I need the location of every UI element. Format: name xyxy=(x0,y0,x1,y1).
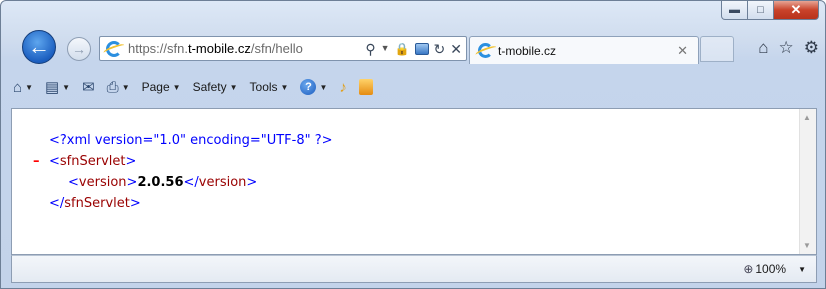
favorites-star-icon[interactable]: ☆ xyxy=(779,39,794,56)
url-text[interactable]: https://sfn.t-mobile.cz/sfn/hello xyxy=(128,41,303,56)
forward-button[interactable]: → xyxy=(67,37,91,61)
help-menu[interactable]: ? ▼ xyxy=(300,79,327,95)
home-icon[interactable]: ⌂ xyxy=(758,39,768,56)
safety-menu[interactable]: Safety ▼ xyxy=(193,80,238,94)
tools-menu[interactable]: Tools ▼ xyxy=(250,80,289,94)
mail-button[interactable]: ✉ xyxy=(82,78,95,96)
page-menu-label: Page xyxy=(141,80,170,94)
search-dropdown-icon[interactable]: ▼ xyxy=(381,44,390,53)
rss-feed-icon: ▤ xyxy=(44,79,60,96)
xml-child-element: <version>2.0.56</version> xyxy=(68,175,258,190)
status-bar: ⊕ 100% ▼ xyxy=(11,255,817,283)
back-arrow-icon: ← xyxy=(28,34,50,59)
chevron-down-icon: ▼ xyxy=(319,82,328,92)
onenote-icon xyxy=(358,79,373,95)
close-button[interactable]: ✕ xyxy=(774,1,819,20)
refresh-icon[interactable]: ↻ xyxy=(434,42,446,56)
search-icon[interactable]: ⚲ xyxy=(365,42,375,56)
collapse-toggle[interactable]: – xyxy=(33,151,40,172)
child-tag-close: version xyxy=(198,175,247,190)
caption-buttons: ▬ □ ✕ xyxy=(721,1,819,21)
safety-menu-label: Safety xyxy=(192,80,227,94)
onenote-button[interactable] xyxy=(358,79,373,95)
chevron-down-icon: ▼ xyxy=(25,82,33,92)
forward-arrow-icon: → xyxy=(72,41,86,57)
address-bar-icons: ⚲ ▼ 🔒 ↻ ✕ xyxy=(365,37,462,60)
scroll-down-icon[interactable]: ▼ xyxy=(803,241,811,250)
tools-menu-label: Tools xyxy=(249,80,278,94)
browser-toolbar-icons: ⌂ ☆ ⚙ xyxy=(758,39,819,56)
research-button[interactable]: ♪ xyxy=(339,79,347,96)
chevron-down-icon: ▼ xyxy=(280,82,289,92)
xml-declaration: <?xml version="1.0" encoding="UTF-8" ?> xyxy=(49,133,333,148)
home-menu[interactable]: ⌂ ▼ xyxy=(13,79,33,96)
chevron-down-icon: ▼ xyxy=(229,82,238,92)
print-menu[interactable]: ⎙ ▼ xyxy=(107,79,130,96)
url-path: /sfn/hello xyxy=(250,41,303,56)
maximize-icon: □ xyxy=(757,4,764,16)
help-icon: ? xyxy=(300,79,317,95)
chevron-down-icon: ▼ xyxy=(798,264,806,274)
xml-tree: <?xml version="1.0" encoding="UTF-8" ?> … xyxy=(12,130,333,214)
minimize-icon: ▬ xyxy=(729,4,740,16)
navigation-row: ← → https://sfn.t-mobile.cz/sfn/hello ⚲ … xyxy=(1,25,826,65)
research-icon: ♪ xyxy=(339,78,347,96)
xml-root-open: – <sfnServlet> xyxy=(12,151,333,172)
page-menu[interactable]: Page ▼ xyxy=(142,80,181,94)
lock-icon[interactable]: 🔒 xyxy=(395,43,410,55)
gear-icon[interactable]: ⚙ xyxy=(804,39,819,56)
document-viewport: <?xml version="1.0" encoding="UTF-8" ?> … xyxy=(11,108,817,255)
url-host: t-mobile.cz xyxy=(187,41,251,56)
minimize-button[interactable]: ▬ xyxy=(721,1,748,20)
printer-icon: ⎙ xyxy=(106,78,119,96)
tab-active[interactable]: t-mobile.cz ✕ xyxy=(469,36,699,64)
vertical-scrollbar[interactable]: ▲ ▼ xyxy=(799,109,816,254)
home-icon: ⌂ xyxy=(13,78,23,96)
tab-label: t-mobile.cz xyxy=(498,43,557,58)
zoom-icon: ⊕ xyxy=(743,262,754,276)
zoom-level: 100% xyxy=(755,262,787,276)
tab-close-icon[interactable]: ✕ xyxy=(677,43,688,59)
browser-window: ▬ □ ✕ ← → https://sfn.t-mobile.cz/sfn/he… xyxy=(0,0,826,289)
tab-ie-icon xyxy=(478,43,493,58)
mail-icon: ✉ xyxy=(82,79,95,96)
stop-icon[interactable]: ✕ xyxy=(450,42,462,56)
zoom-control[interactable]: ⊕ 100% ▼ xyxy=(743,262,806,276)
chevron-down-icon: ▼ xyxy=(121,82,130,92)
xml-root-close: </sfnServlet> xyxy=(49,196,141,211)
root-close-tag-name: sfnServlet xyxy=(64,196,130,211)
command-bar: ⌂ ▼ ▤ ▼ ✉ ⎙ ▼ Page ▼ Safety ▼ Tools ▼ ? … xyxy=(1,73,826,101)
child-value: 2.0.56 xyxy=(137,175,184,190)
feeds-menu[interactable]: ▤ ▼ xyxy=(45,78,70,96)
chevron-down-icon: ▼ xyxy=(62,82,71,92)
scroll-up-icon[interactable]: ▲ xyxy=(803,113,811,122)
close-icon: ✕ xyxy=(790,2,802,17)
new-tab-button[interactable] xyxy=(700,36,734,62)
root-tag-name: sfnServlet xyxy=(59,154,126,169)
back-button[interactable]: ← xyxy=(22,30,56,64)
address-bar[interactable]: https://sfn.t-mobile.cz/sfn/hello ⚲ ▼ 🔒 … xyxy=(99,36,467,61)
maximize-button[interactable]: □ xyxy=(748,1,774,20)
url-scheme: https://sfn. xyxy=(128,41,188,56)
compatibility-view-icon[interactable] xyxy=(414,42,429,55)
chevron-down-icon: ▼ xyxy=(172,82,181,92)
child-tag-open: version xyxy=(78,175,127,190)
ie-page-icon xyxy=(106,40,122,57)
